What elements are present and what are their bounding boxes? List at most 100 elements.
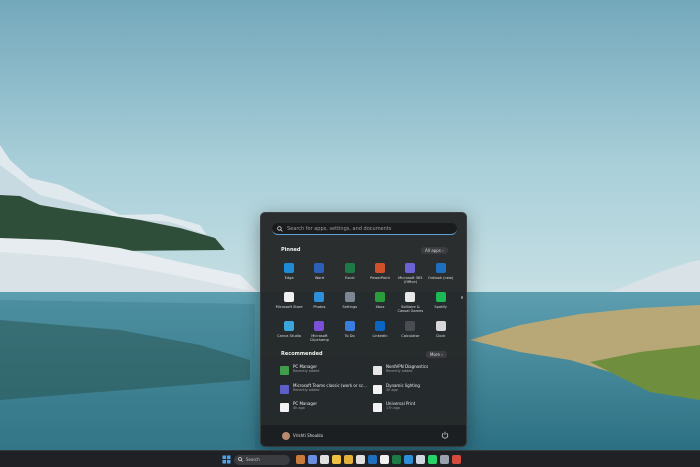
nordvpn-icon [373,366,382,375]
recommended-item-subtitle: 17h ago [386,406,400,410]
clock-icon [435,321,446,331]
pinned-app-label: PowerPoint [370,276,390,280]
recommended-item[interactable]: Microsoft Teams classic (work or sc... Re… [280,383,373,402]
avatar[interactable] [282,432,290,440]
outlook-icon[interactable] [368,455,377,464]
pc-manager-icon [280,366,289,375]
windows-start-icon[interactable] [222,455,231,464]
pinned-app-label: Calculator [401,334,420,338]
pinned-app[interactable]: To Do [335,318,365,347]
pinned-app[interactable]: Edge [274,260,304,289]
start-user-bar: Vrishti Shoukla [261,424,466,446]
store-icon[interactable] [380,455,389,464]
more-button[interactable]: More › [426,351,447,358]
pinned-app[interactable]: Settings [335,289,365,318]
start-search-field[interactable] [272,223,457,235]
pinned-app-label: Photos [313,305,326,309]
edge-icon [284,263,295,273]
document-icon [373,384,382,394]
pinned-app[interactable]: Photos [304,289,334,318]
taskbar-search-box[interactable]: Search [234,454,290,465]
office-icon [405,263,416,273]
pinned-app-label: Clock [435,334,446,338]
photos-icon [314,292,325,302]
spotify-icon [435,292,446,302]
solitaire-icon [405,292,416,302]
pinned-app[interactable]: Outlook (new) [425,260,455,289]
widgets-icon[interactable] [296,455,305,464]
copilot-icon[interactable] [308,455,317,464]
document-icon [373,403,382,412]
recommended-item[interactable]: Dynamic lighting 3h ago [373,383,452,402]
settings-gear-icon [344,292,355,302]
pinned-app[interactable]: Word [304,260,334,289]
todo-icon [344,321,355,331]
powerpoint-icon [375,263,386,273]
photos-icon[interactable] [404,455,413,464]
calculator-icon [405,321,416,331]
teams-icon [280,384,289,394]
store-icon [284,292,295,302]
pinned-app[interactable]: Spotify [425,289,455,318]
pinned-page-indicator[interactable] [461,296,463,299]
pinned-app-label: Outlook (new) [427,276,454,280]
notepad-icon[interactable] [416,455,425,464]
taskbar-icons: Search [222,454,461,465]
document-icon [280,403,289,412]
pinned-app-label: To Do [344,334,355,338]
pinned-app[interactable]: Solitaire & Casual Games [395,289,425,318]
pinned-app-label: Solitaire & Casual Games [397,305,424,314]
pinned-app[interactable]: Clock [425,318,455,347]
excel-icon [344,263,355,273]
recommended-item[interactable]: NordVPN Diagnostics Recently added [373,364,452,383]
power-icon[interactable] [441,431,449,439]
task-view-icon[interactable] [320,455,329,464]
pinned-app[interactable]: Calculator [395,318,425,347]
user-name[interactable]: Vrishti Shoukla [293,433,323,438]
search-icon [277,225,283,232]
start-menu: Pinned All apps › Edge Word Excel PowerPoin… [260,212,467,447]
recommended-item[interactable]: Universal Print 17h ago [373,401,452,420]
pinned-app[interactable]: Excel [335,260,365,289]
chrome-icon[interactable] [452,455,461,464]
recommended-item[interactable]: PC Manager 4h ago [280,401,373,420]
file-explorer-icon[interactable] [332,455,341,464]
taskbar-search-label: Search [246,457,260,462]
whatsapp-icon[interactable] [428,455,437,464]
outlook-icon [435,263,446,273]
pinned-app[interactable]: PowerPoint [365,260,395,289]
pinned-app[interactable]: Canva Studio [274,318,304,347]
settings-gear-icon[interactable] [440,455,449,464]
pinned-app[interactable]: Microsoft 365 (Office) [395,260,425,289]
excel-icon[interactable] [392,455,401,464]
xbox-icon [375,292,386,302]
pinned-app-label: Canva Studio [277,334,302,338]
pinned-app-label: Word [314,276,325,280]
taskbar: Search [0,450,700,467]
pinned-app[interactable]: LinkedIn [365,318,395,347]
pinned-app[interactable]: Microsoft Store [274,289,304,318]
start-search-input[interactable] [287,225,447,232]
pinned-app-label: Excel [344,276,355,280]
pinned-app[interactable]: Xbox [365,289,395,318]
calendar-icon[interactable] [356,455,365,464]
recommended-item[interactable]: PC Manager Recently added [280,364,373,383]
camera-studio-icon [284,321,295,331]
pinned-app-label: LinkedIn [372,334,388,338]
recommended-item-subtitle: Recently added [293,369,320,373]
recommended-item-subtitle: 3h ago [386,387,398,392]
pinned-app-label: Microsoft 365 (Office) [398,276,423,285]
recommended-item-subtitle: 4h ago [293,406,305,410]
pinned-app[interactable]: Microsoft Clipchamp [304,318,334,347]
word-icon [314,263,325,273]
recommended-item-subtitle: Recently added [386,369,413,373]
recommended-title: Recommended [281,351,323,357]
pinned-app-label: Microsoft Store [275,305,303,309]
recommended-list: PC Manager Recently added NordVPN Diagnost… [280,364,452,420]
search-icon [238,457,243,462]
chrome-icon[interactable] [344,455,353,464]
pinned-title: Pinned [281,247,301,253]
all-apps-button[interactable]: All apps › [421,247,448,254]
linkedin-icon [375,321,386,331]
pinned-app-label: Spotify [434,305,447,309]
